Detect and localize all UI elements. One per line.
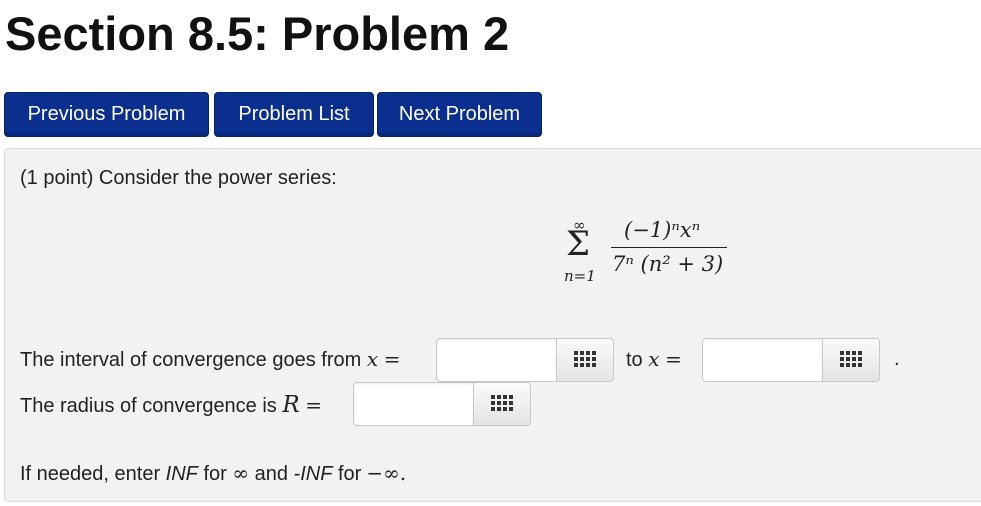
problem-intro: (1 point) Consider the power series: — [20, 167, 337, 189]
next-problem-button[interactable]: Next Problem — [377, 92, 542, 137]
to-text: to — [626, 349, 643, 371]
hint-text: If needed, enter — [20, 463, 161, 485]
hint-text: and — [254, 463, 288, 485]
interval-label: The interval of convergence goes from x … — [20, 347, 400, 372]
equation-palette-icon — [574, 351, 596, 369]
hint-neg-inf: -INF — [293, 463, 333, 485]
hint-inf: INF — [165, 463, 198, 485]
variable-x: x — [366, 347, 379, 371]
sentence-period: . — [894, 348, 900, 370]
equals-sign: = — [383, 347, 401, 371]
sum-lower-limit: n=1 — [564, 267, 596, 285]
interval-from-palette-button[interactable] — [556, 338, 614, 382]
interval-to-label: to x = — [626, 347, 682, 372]
radius-input[interactable] — [353, 382, 474, 426]
infinity-hint: If needed, enter INF for ∞ and -INF for −… — [20, 461, 406, 486]
infinity-symbol: ∞ — [232, 461, 250, 485]
variable-R: R — [282, 392, 300, 418]
interval-to-palette-button[interactable] — [822, 338, 880, 382]
radius-palette-button[interactable] — [473, 382, 531, 426]
equation-palette-icon — [491, 395, 513, 413]
fraction-bar — [611, 247, 727, 248]
equation-palette-icon — [840, 351, 862, 369]
radius-label-text: The radius of convergence is — [20, 395, 277, 417]
problem-body — [4, 148, 981, 502]
interval-to-input[interactable] — [702, 338, 823, 382]
equals-sign: = — [305, 393, 323, 417]
hint-text: for — [337, 463, 362, 485]
series-numerator: (−1)ⁿxⁿ — [624, 218, 701, 242]
series-denominator: 7ⁿ (n² + 3) — [612, 252, 724, 276]
interval-from-input[interactable] — [436, 338, 557, 382]
previous-problem-button[interactable]: Previous Problem — [4, 92, 209, 137]
sigma-icon: Σ — [566, 224, 591, 264]
variable-x: x — [648, 347, 660, 371]
equals-sign: = — [665, 347, 682, 371]
negative-infinity-symbol: −∞. — [366, 461, 407, 485]
page-title: Section 8.5: Problem 2 — [5, 7, 510, 60]
power-series-formula: ∞ Σ n=1 (−1)ⁿxⁿ 7ⁿ (n² + 3) — [560, 214, 740, 290]
interval-label-text: The interval of convergence goes from — [20, 349, 362, 371]
hint-text: for — [203, 463, 227, 485]
problem-list-button[interactable]: Problem List — [214, 92, 374, 137]
radius-label: The radius of convergence is R = — [20, 392, 322, 418]
